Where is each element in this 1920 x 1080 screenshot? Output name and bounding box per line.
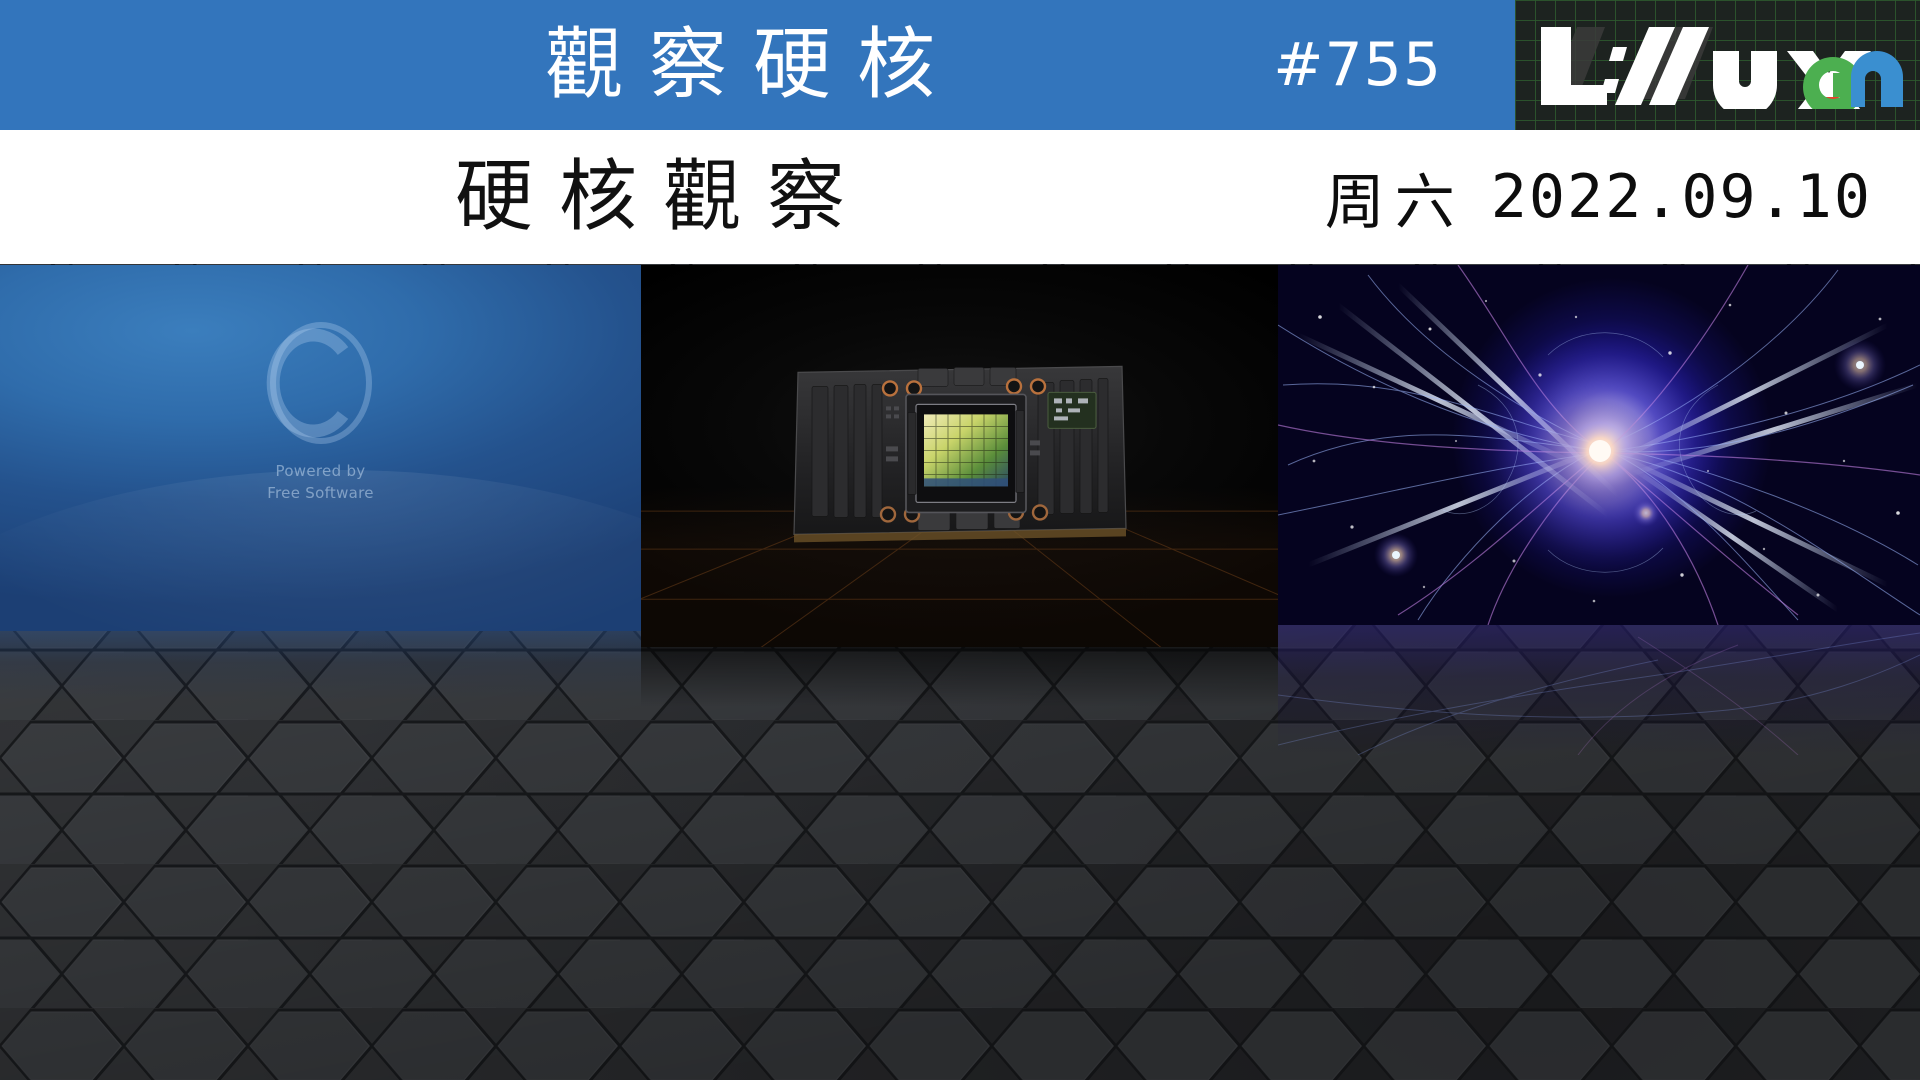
linux-cn-logo[interactable]	[1515, 0, 1920, 130]
powered-by-caption: Powered by Free Software	[267, 461, 374, 505]
issue-number: #755	[1273, 30, 1442, 100]
opensuse-logo-group: Powered by Free Software	[0, 313, 641, 505]
date-display: 周六 2022.09.10	[1220, 130, 1920, 264]
h100-board-image	[790, 352, 1130, 557]
date-value: 2022.09.10	[1490, 162, 1872, 232]
weekday-label: 周六	[1324, 167, 1465, 238]
panel-quantum-particles[interactable]	[1278, 265, 1920, 625]
page-title-secondary: 硬核觀察	[454, 152, 871, 242]
panel-nvidia-gpu[interactable]	[641, 265, 1278, 647]
geeko-circle-icon	[266, 322, 372, 444]
panel-opensuse-wallpaper[interactable]: Powered by Free Software	[0, 265, 641, 631]
caption-line-1: Powered by	[275, 462, 366, 480]
caption-line-2: Free Software	[267, 483, 374, 502]
page-header: 觀察硬核 #755 硬核觀察 周六 2022.09.10	[0, 0, 1920, 264]
quantum-trails	[1278, 265, 1920, 625]
